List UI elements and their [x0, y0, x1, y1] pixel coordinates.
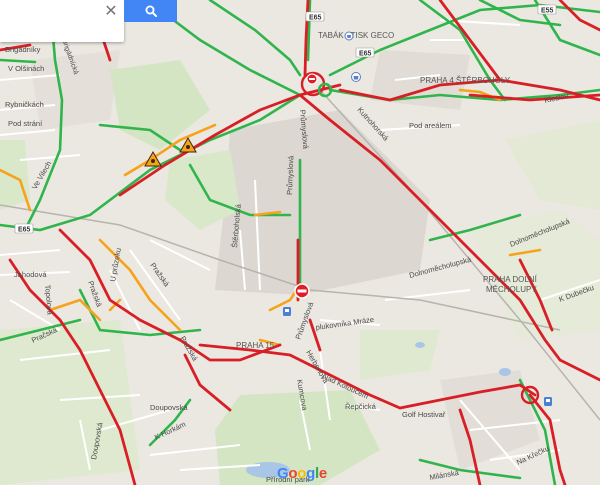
label-golf-hostivar: Golf Hostivař	[402, 410, 446, 419]
shopping-icon[interactable]	[351, 72, 361, 82]
search-icon	[145, 5, 157, 17]
search-button[interactable]	[124, 0, 177, 22]
label-pod-arealem: Pod areálem	[409, 121, 452, 130]
label-brigadniky: Brigádníky	[5, 45, 41, 54]
logo-letter: o	[288, 465, 298, 482]
logo-letter: G	[277, 465, 289, 482]
label-v-olsinach: V Olšinách	[8, 64, 44, 73]
label-jahodova: Jahodová	[14, 270, 47, 279]
logo-letter: e	[318, 465, 327, 482]
e65-shield-left: E65	[18, 227, 31, 234]
e55-shield: E55	[541, 8, 554, 15]
e65-shield-top: E65	[309, 15, 322, 22]
label-praha-dolni: PRAHA DOLNÍ	[483, 275, 538, 284]
logo-letter: g	[306, 465, 315, 482]
search-input[interactable]	[0, 0, 102, 22]
logo-letter: o	[297, 465, 307, 482]
label-repcicka: Řepčická	[345, 402, 377, 411]
label-praha-15: PRAHA 15	[236, 341, 275, 350]
close-icon[interactable]: ✕	[100, 0, 122, 22]
road-closed-icon[interactable]	[294, 283, 310, 299]
label-tabak: TABÁK - TISK GECO	[318, 31, 394, 40]
interchange-marker[interactable]	[306, 73, 318, 85]
label-pod-strani: Pod strání	[8, 119, 43, 128]
google-logo: Google	[277, 465, 327, 482]
label-prumyslova-mid: Průmyslová	[285, 155, 295, 195]
label-rybnickach: Rybničkách	[5, 100, 44, 109]
label-praha-sterboholy: PRAHA 4 ŠTĚRBOHOLY	[420, 76, 511, 85]
search-box: ✕	[0, 0, 124, 42]
train-station-icon[interactable]	[544, 397, 552, 406]
label-doupovska: Doupovská	[150, 403, 188, 412]
train-station-icon[interactable]	[283, 307, 291, 316]
e65-shield-mid: E65	[359, 51, 372, 58]
shopping-icon[interactable]	[344, 31, 354, 41]
traffic-map[interactable]: E65 E65 E65 E55 Brigádníky V Olšinách Ry…	[0, 0, 600, 485]
label-mecholupy: MĚCHOLUPY	[486, 285, 537, 294]
